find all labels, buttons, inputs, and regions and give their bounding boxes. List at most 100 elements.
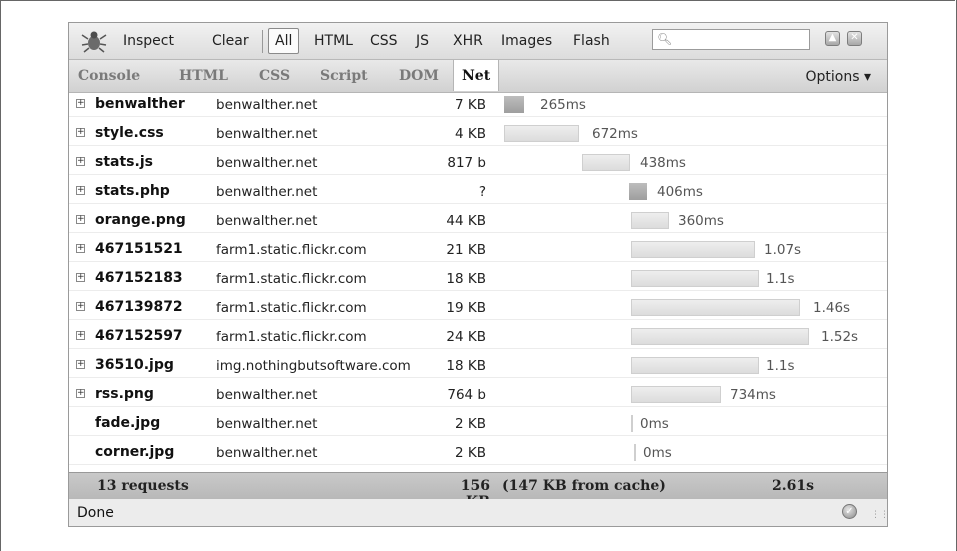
- expand-icon[interactable]: +: [76, 157, 85, 166]
- request-row[interactable]: corner.jpg benwalther.net 2 KB 0ms: [69, 441, 887, 465]
- filter-js-button[interactable]: JS: [416, 33, 429, 49]
- status-text: Done: [77, 505, 114, 521]
- request-row[interactable]: + stats.js benwalther.net 817 b 438ms: [69, 151, 887, 175]
- summary-total-time: 2.61s: [772, 478, 814, 494]
- tab-net[interactable]: Net: [453, 60, 500, 91]
- summary-cache-size: (147 KB from cache): [502, 478, 666, 494]
- request-time-label: 1.1s: [766, 358, 795, 374]
- timeline-bar: [631, 357, 759, 374]
- request-file-name: 467151521: [95, 241, 183, 257]
- expand-icon[interactable]: +: [76, 389, 85, 398]
- request-file-name: stats.php: [95, 183, 170, 199]
- request-size: 4 KB: [455, 126, 486, 142]
- detach-window-icon[interactable]: ▲: [825, 31, 840, 46]
- request-file-name: style.css: [95, 125, 164, 141]
- search-input[interactable]: 🔍︎: [652, 29, 810, 50]
- firebug-status-icon[interactable]: ✓: [842, 504, 857, 519]
- resize-grip-icon[interactable]: ⋮⋮: [871, 511, 889, 523]
- request-row[interactable]: +36510.jpg img.nothingbutsoftware.com 18 K…: [69, 354, 887, 378]
- request-size: 24 KB: [446, 329, 486, 345]
- request-timeline: 1.46s: [502, 296, 887, 319]
- request-time-label: 265ms: [540, 97, 586, 113]
- timeline-bar: [504, 125, 579, 142]
- request-file-name: 36510.jpg: [95, 357, 174, 373]
- request-row[interactable]: + stats.php benwalther.net? 406ms: [69, 180, 887, 204]
- request-timeline: 1.1s: [502, 354, 887, 377]
- request-time-label: 0ms: [643, 445, 672, 461]
- tab-dom[interactable]: DOM: [399, 68, 439, 84]
- panel-tabs: Console HTML CSS Script DOM Net Options …: [69, 60, 887, 93]
- request-domain: benwalther.net: [216, 213, 318, 229]
- request-row[interactable]: + orange.png benwalther.net 44 KB 360ms: [69, 209, 887, 233]
- expand-icon[interactable]: +: [76, 215, 85, 224]
- tab-console[interactable]: Console: [78, 68, 140, 84]
- request-row[interactable]: +467151521 farm1.static.flickr.com 21 KB 1.…: [69, 238, 887, 262]
- request-domain: benwalther.net: [216, 445, 318, 461]
- expand-icon[interactable]: +: [76, 128, 85, 137]
- timeline-bar: [631, 299, 800, 316]
- filter-images-button[interactable]: Images: [501, 33, 552, 49]
- expand-icon[interactable]: +: [76, 302, 85, 311]
- expand-icon[interactable]: +: [76, 99, 85, 108]
- request-timeline: 406ms: [502, 180, 887, 203]
- request-timeline: 1.1s: [502, 267, 887, 290]
- filter-all-button[interactable]: All: [268, 28, 300, 54]
- filter-css-button[interactable]: CSS: [370, 33, 398, 49]
- request-size: 18 KB: [446, 271, 486, 287]
- request-row[interactable]: +467139872 farm1.static.flickr.com 19 KB 1.…: [69, 296, 887, 320]
- request-row[interactable]: +467152597 farm1.static.flickr.com 24 KB 1.…: [69, 325, 887, 349]
- filter-html-button[interactable]: HTML: [314, 33, 353, 49]
- close-panel-icon[interactable]: ✕: [847, 31, 862, 46]
- request-row[interactable]: + style.css benwalther.net 4 KB 672ms: [69, 122, 887, 146]
- toolbar: Inspect Clear All HTML CSS JS XHR Images…: [69, 23, 887, 60]
- filter-xhr-button[interactable]: XHR: [453, 33, 483, 49]
- options-menu-button[interactable]: Options ▾: [806, 69, 872, 85]
- expand-icon[interactable]: +: [76, 331, 85, 340]
- request-file-name: rss.png: [95, 386, 154, 402]
- page-frame-top: [0, 0, 955, 1]
- tab-script[interactable]: Script: [320, 68, 368, 84]
- timeline-wait-bar: [629, 183, 647, 200]
- request-time-label: 1.46s: [813, 300, 851, 316]
- request-timeline: 360ms: [502, 209, 887, 232]
- timeline-bar: [631, 328, 809, 345]
- request-time-label: 406ms: [657, 184, 703, 200]
- inspect-button[interactable]: Inspect: [123, 33, 174, 49]
- request-timeline: 438ms: [502, 151, 887, 174]
- request-row[interactable]: +467152183 farm1.static.flickr.com 18 KB 1.…: [69, 267, 887, 291]
- expand-icon[interactable]: +: [76, 360, 85, 369]
- request-domain: farm1.static.flickr.com: [216, 300, 367, 316]
- request-timeline: 1.52s: [502, 325, 887, 348]
- request-timeline: 1.07s: [502, 238, 887, 261]
- request-domain: benwalther.net: [216, 97, 318, 113]
- request-row[interactable]: + rss.png benwalther.net 764 b 734ms: [69, 383, 887, 407]
- expand-icon[interactable]: +: [76, 273, 85, 282]
- expand-icon[interactable]: +: [76, 244, 85, 253]
- request-size: 2 KB: [455, 445, 486, 461]
- request-file-name: benwalther: [95, 96, 185, 112]
- request-size: 18 KB: [446, 358, 486, 374]
- request-time-label: 1.52s: [821, 329, 859, 345]
- clear-button[interactable]: Clear: [212, 33, 249, 49]
- request-row[interactable]: + benwalther benwalther.net 7 KB 265ms: [69, 93, 887, 117]
- expand-icon[interactable]: +: [76, 186, 85, 195]
- tab-html[interactable]: HTML: [179, 68, 228, 84]
- request-size: 19 KB: [446, 300, 486, 316]
- timeline-bar: [631, 386, 721, 403]
- page-frame-left: [0, 0, 1, 551]
- tab-css[interactable]: CSS: [259, 68, 290, 84]
- request-time-label: 1.1s: [766, 271, 795, 287]
- firebug-icon[interactable]: [81, 29, 107, 53]
- request-domain: benwalther.net: [216, 387, 318, 403]
- request-file-name: corner.jpg: [95, 444, 175, 460]
- request-file-name: stats.js: [95, 154, 153, 170]
- toolbar-separator: [262, 30, 263, 53]
- summary-row: 13 requests 156 KB (147 KB from cache) 2…: [69, 472, 887, 510]
- firebug-panel: Inspect Clear All HTML CSS JS XHR Images…: [68, 22, 889, 527]
- request-time-label: 360ms: [678, 213, 724, 229]
- status-bar: Done ✓ ⋮⋮: [69, 499, 889, 526]
- request-row[interactable]: fade.jpg benwalther.net 2 KB 0ms: [69, 412, 887, 436]
- request-size: 7 KB: [455, 97, 486, 113]
- request-domain: benwalther.net: [216, 155, 318, 171]
- filter-flash-button[interactable]: Flash: [573, 33, 610, 49]
